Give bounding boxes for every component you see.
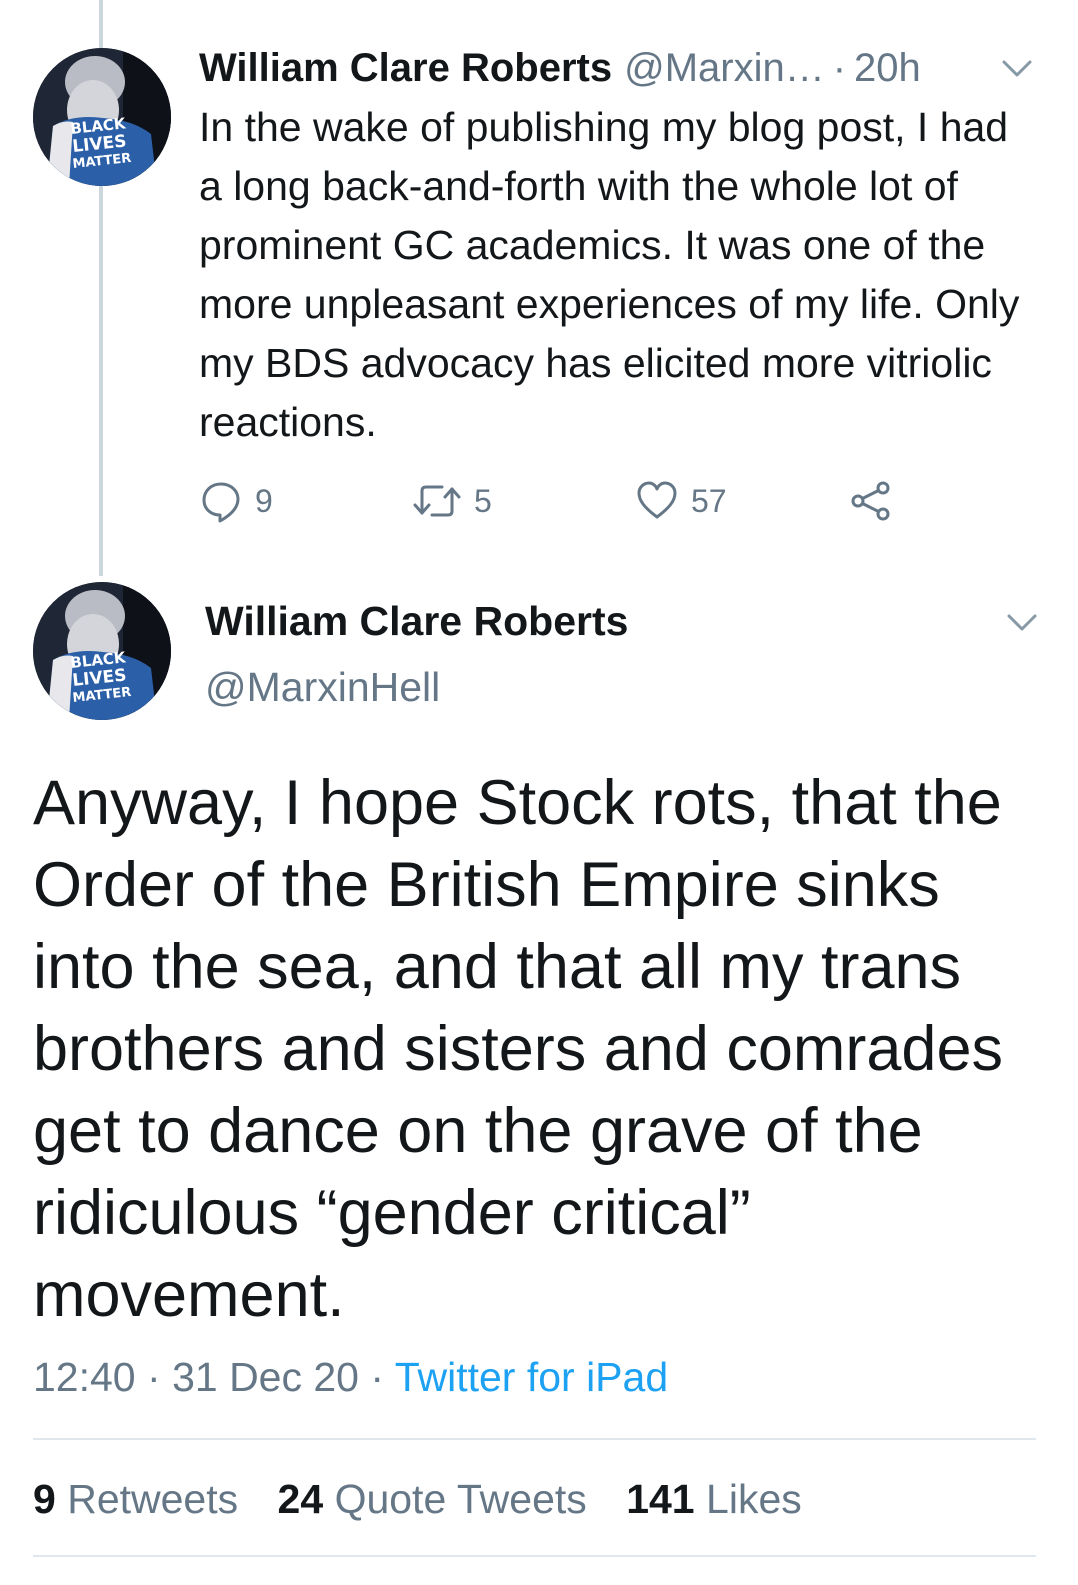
avatar[interactable]: BLACK LIVES MATTER bbox=[33, 48, 171, 186]
author-handle[interactable]: @MarxinHell bbox=[205, 664, 440, 711]
quote-tweets-stat[interactable]: 24 Quote Tweets bbox=[278, 1476, 587, 1522]
retweets-count: 9 bbox=[33, 1476, 56, 1522]
chevron-down-icon[interactable] bbox=[1005, 612, 1039, 634]
likes-stat[interactable]: 141 Likes bbox=[626, 1476, 802, 1522]
header-separator: · bbox=[832, 45, 847, 90]
avatar[interactable]: BLACK LIVES MATTER bbox=[33, 582, 171, 720]
tweet-text: In the wake of publishing my blog post, … bbox=[199, 104, 1020, 445]
reply-button[interactable]: 9 bbox=[199, 476, 273, 526]
quote-tweets-label: Quote Tweets bbox=[334, 1476, 587, 1522]
tweet-source-link[interactable]: Twitter for iPad bbox=[395, 1354, 668, 1400]
divider bbox=[33, 1438, 1036, 1440]
retweet-icon bbox=[413, 485, 461, 517]
quote-tweets-count: 24 bbox=[277, 1476, 324, 1522]
share-icon bbox=[851, 481, 890, 521]
author-name[interactable]: William Clare Roberts bbox=[199, 46, 612, 91]
tweet-text: Anyway, I hope Stock rots, that the Orde… bbox=[33, 768, 1003, 1330]
author-name[interactable]: William Clare Roberts bbox=[205, 598, 628, 645]
tweet-time[interactable]: 12:40 bbox=[33, 1354, 136, 1400]
likes-count: 141 bbox=[626, 1476, 695, 1522]
reply-count: 9 bbox=[255, 482, 273, 519]
like-icon bbox=[637, 481, 677, 519]
avatar-image: BLACK LIVES MATTER bbox=[33, 582, 171, 720]
tweet-actions: 9 5 57 bbox=[199, 476, 959, 526]
chevron-down-icon[interactable] bbox=[1000, 58, 1034, 80]
tweet-meta: 12:40 · 31 Dec 20 · Twitter for iPad bbox=[33, 1354, 668, 1401]
tweet-date[interactable]: 31 Dec 20 bbox=[172, 1354, 359, 1400]
tweet-time[interactable]: 20h bbox=[854, 46, 921, 91]
like-count: 57 bbox=[691, 482, 727, 519]
retweet-button[interactable]: 5 bbox=[412, 476, 492, 526]
likes-label: Likes bbox=[706, 1476, 802, 1522]
avatar-image: BLACK LIVES MATTER bbox=[33, 48, 171, 186]
divider bbox=[33, 1555, 1036, 1557]
retweets-stat[interactable]: 9 Retweets bbox=[33, 1476, 238, 1522]
meta-separator: · bbox=[147, 1354, 161, 1400]
share-button[interactable] bbox=[849, 476, 905, 526]
like-button[interactable]: 57 bbox=[635, 476, 727, 526]
retweet-count: 5 bbox=[474, 482, 492, 519]
retweets-label: Retweets bbox=[67, 1476, 239, 1522]
tweet-header: William Clare Roberts @Marxin… · 20h bbox=[199, 40, 1039, 96]
reply-icon bbox=[202, 482, 240, 523]
tweet-stats: 9 Retweets 24 Quote Tweets 141 Likes bbox=[33, 1476, 830, 1523]
author-handle[interactable]: @Marxin… bbox=[624, 46, 825, 91]
meta-separator: · bbox=[370, 1354, 385, 1400]
